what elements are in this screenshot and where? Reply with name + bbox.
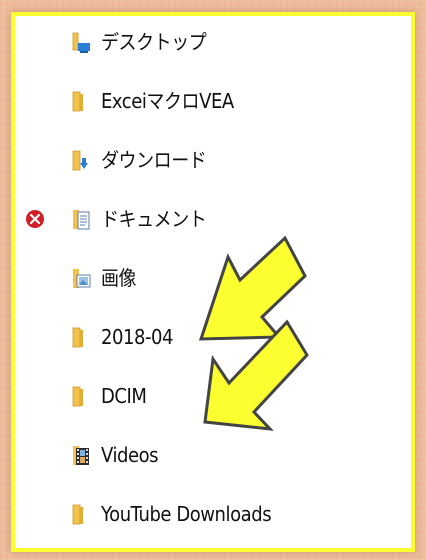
folder-item-label: 2018-04 (101, 325, 174, 349)
downloads-folder-icon (71, 150, 91, 172)
folder-item-label: Videos (101, 443, 159, 467)
folder-item-label: DCIM (101, 384, 147, 408)
folder-item-label: ダウンロード (101, 148, 207, 172)
folder-item-videos[interactable]: Videos (15, 431, 411, 479)
documents-folder-icon (71, 209, 91, 231)
folder-item-documents[interactable]: ドキュメント (15, 195, 411, 243)
folder-item-label: ドキュメント (101, 207, 207, 231)
folder-item-2018-04[interactable]: 2018-04 (15, 313, 411, 361)
folder-item-downloads[interactable]: ダウンロード (15, 136, 411, 184)
folder-item-excel-macro[interactable]: ExceiマクロVEA (15, 77, 411, 125)
folder-item-dcim[interactable]: DCIM (15, 372, 411, 420)
folder-item-label: 画像 (101, 266, 137, 290)
desktop-folder-icon (71, 32, 91, 54)
folder-item-label: ExceiマクロVEA (101, 89, 234, 113)
folder-list-panel: デスクトップ ExceiマクロVEA ダウンロード ドキュメント 画像 2018… (11, 12, 415, 552)
error-x-icon (25, 209, 45, 229)
pictures-folder-icon (71, 268, 91, 290)
folder-icon (71, 504, 91, 526)
folder-item-youtube-downloads[interactable]: YouTube Downloads (15, 490, 411, 538)
folder-icon (71, 327, 91, 349)
folder-item-pictures[interactable]: 画像 (15, 254, 411, 302)
folder-item-label: デスクトップ (101, 30, 207, 54)
videos-folder-icon (71, 445, 91, 467)
folder-item-desktop[interactable]: デスクトップ (15, 18, 411, 66)
folder-icon (71, 386, 91, 408)
folder-icon (71, 91, 91, 113)
folder-item-label: YouTube Downloads (101, 502, 272, 526)
